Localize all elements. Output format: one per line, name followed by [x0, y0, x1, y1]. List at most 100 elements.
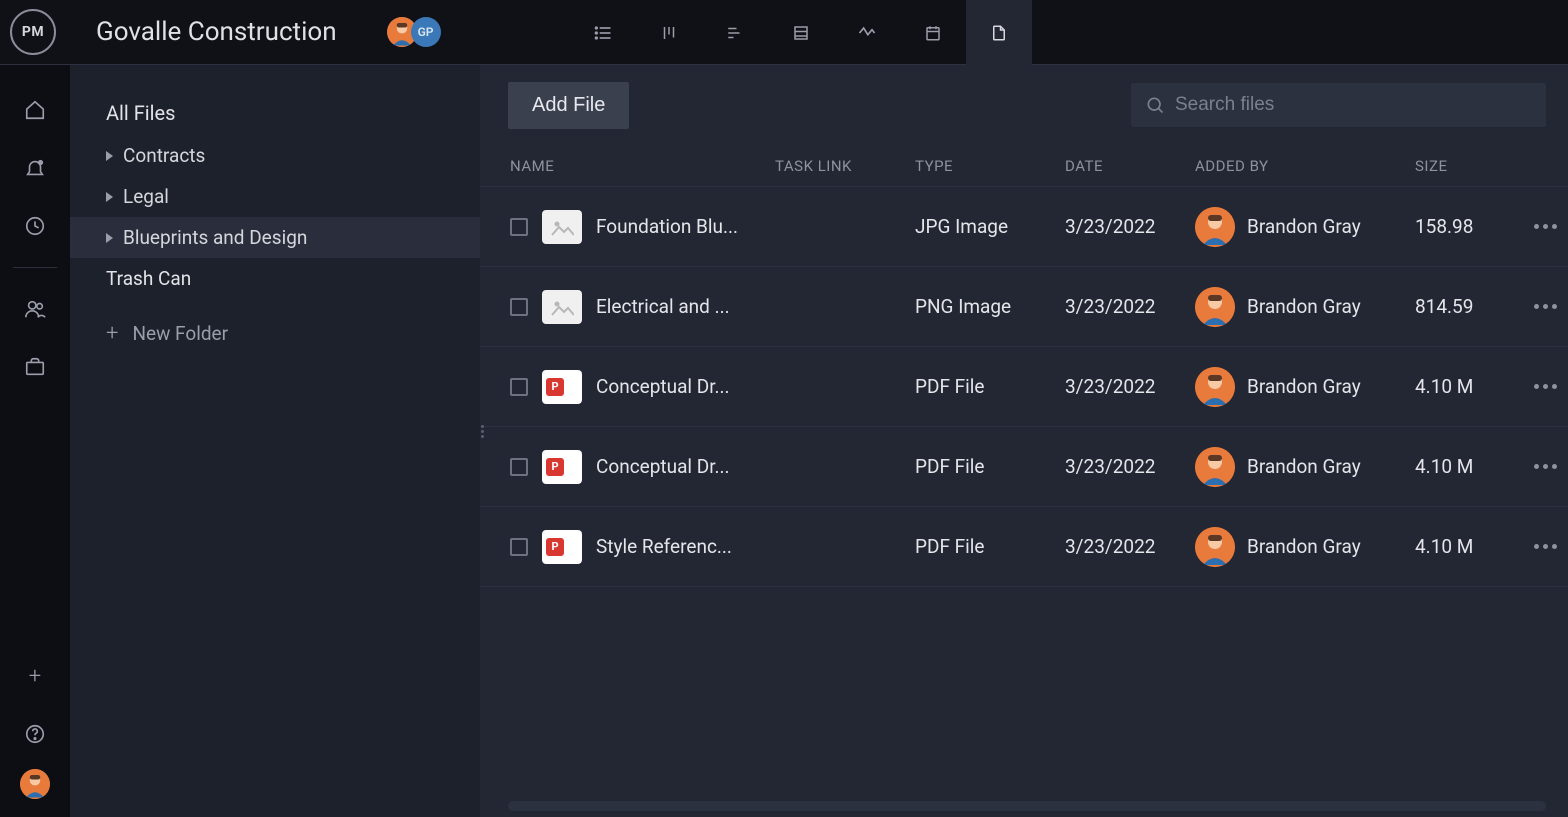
tree-folder-label: Contracts [123, 144, 205, 167]
cell-type: JPG Image [915, 215, 1065, 238]
cell-date: 3/23/2022 [1065, 215, 1195, 238]
view-tab-gantt[interactable] [702, 0, 768, 65]
file-name: Style Referenc... [596, 535, 732, 558]
tree-folder-legal[interactable]: Legal [70, 176, 480, 217]
row-checkbox[interactable] [510, 538, 528, 556]
file-name: Conceptual Dr... [596, 375, 730, 398]
cell-date: 3/23/2022 [1065, 295, 1195, 318]
user-name: Brandon Gray [1247, 295, 1361, 318]
cell-date: 3/23/2022 [1065, 535, 1195, 558]
view-tab-workload[interactable] [834, 0, 900, 65]
pdf-file-icon: P [542, 450, 582, 484]
files-content: Add File NAME TASK LINK TYPE DATE ADDED … [480, 65, 1568, 817]
search-icon [1145, 95, 1165, 115]
cell-type: PDF File [915, 455, 1065, 478]
col-name[interactable]: NAME [510, 157, 775, 175]
row-more-button[interactable] [1515, 384, 1568, 389]
table-row[interactable]: Foundation Blu...JPG Image3/23/2022Brand… [480, 187, 1568, 267]
table-row[interactable]: PConceptual Dr...PDF File3/23/2022Brando… [480, 347, 1568, 427]
main: + All Files Contracts Legal Blueprints a… [0, 65, 1568, 817]
col-size[interactable]: SIZE [1415, 157, 1515, 175]
search-wrap[interactable] [1131, 83, 1546, 127]
tree-trash[interactable]: Trash Can [70, 258, 480, 299]
cell-added-by: Brandon Gray [1195, 447, 1415, 487]
user-avatar[interactable] [1195, 367, 1235, 407]
rail-help[interactable] [12, 711, 58, 757]
panel-resize-handle[interactable] [481, 425, 484, 438]
image-file-icon [542, 290, 582, 324]
cell-date: 3/23/2022 [1065, 455, 1195, 478]
cell-added-by: Brandon Gray [1195, 367, 1415, 407]
rail-home[interactable] [12, 87, 58, 133]
avatar-user-2[interactable]: GP [411, 17, 441, 47]
files-toolbar: Add File [480, 65, 1568, 145]
col-date[interactable]: DATE [1065, 157, 1195, 175]
cell-type: PDF File [915, 375, 1065, 398]
horizontal-scrollbar[interactable] [508, 801, 1546, 811]
project-avatars[interactable]: GP [387, 17, 441, 47]
view-tabs [570, 0, 1032, 65]
cell-size: 4.10 M [1415, 535, 1515, 558]
view-tab-calendar[interactable] [900, 0, 966, 65]
row-checkbox[interactable] [510, 458, 528, 476]
cell-size: 4.10 M [1415, 455, 1515, 478]
cell-added-by: Brandon Gray [1195, 287, 1415, 327]
pdf-file-icon: P [542, 370, 582, 404]
rail-add[interactable]: + [12, 653, 58, 699]
rail-divider [13, 267, 57, 268]
table-row[interactable]: PConceptual Dr...PDF File3/23/2022Brando… [480, 427, 1568, 507]
col-task-link[interactable]: TASK LINK [775, 157, 915, 175]
rail-team[interactable] [12, 286, 58, 332]
rail-current-user-avatar[interactable] [20, 769, 50, 799]
tree-folder-label: Blueprints and Design [123, 226, 307, 249]
table-header: NAME TASK LINK TYPE DATE ADDED BY SIZE [480, 145, 1568, 187]
view-tab-files[interactable] [966, 0, 1032, 65]
user-avatar[interactable] [1195, 207, 1235, 247]
tree-folder-label: Legal [123, 185, 169, 208]
caret-right-icon [106, 233, 113, 243]
file-name: Foundation Blu... [596, 215, 738, 238]
row-checkbox[interactable] [510, 298, 528, 316]
new-folder-button[interactable]: + New Folder [70, 299, 480, 346]
row-more-button[interactable] [1515, 224, 1568, 229]
user-name: Brandon Gray [1247, 375, 1361, 398]
plus-icon: + [106, 321, 118, 346]
view-tab-sheet[interactable] [768, 0, 834, 65]
user-name: Brandon Gray [1247, 535, 1361, 558]
row-more-button[interactable] [1515, 304, 1568, 309]
topbar-left: PM Govalle Construction GP [0, 9, 441, 55]
cell-added-by: Brandon Gray [1195, 527, 1415, 567]
table-row[interactable]: Electrical and ...PNG Image3/23/2022Bran… [480, 267, 1568, 347]
project-title[interactable]: Govalle Construction [96, 17, 337, 47]
rail-portfolio[interactable] [12, 344, 58, 390]
row-more-button[interactable] [1515, 464, 1568, 469]
files-table: NAME TASK LINK TYPE DATE ADDED BY SIZE F… [480, 145, 1568, 797]
cell-type: PNG Image [915, 295, 1065, 318]
tree-all-files[interactable]: All Files [70, 91, 480, 135]
user-avatar[interactable] [1195, 447, 1235, 487]
user-name: Brandon Gray [1247, 455, 1361, 478]
row-more-button[interactable] [1515, 544, 1568, 549]
row-checkbox[interactable] [510, 218, 528, 236]
topbar: PM Govalle Construction GP [0, 0, 1568, 65]
caret-right-icon [106, 151, 113, 161]
col-type[interactable]: TYPE [915, 157, 1065, 175]
row-checkbox[interactable] [510, 378, 528, 396]
user-avatar[interactable] [1195, 287, 1235, 327]
table-row[interactable]: PStyle Referenc...PDF File3/23/2022Brand… [480, 507, 1568, 587]
view-tab-list[interactable] [570, 0, 636, 65]
tree-folder-blueprints[interactable]: Blueprints and Design [70, 217, 480, 258]
add-file-button[interactable]: Add File [508, 82, 629, 129]
search-input[interactable] [1175, 94, 1532, 116]
view-tab-board[interactable] [636, 0, 702, 65]
col-added-by[interactable]: ADDED BY [1195, 157, 1415, 175]
app-logo[interactable]: PM [10, 9, 56, 55]
cell-size: 158.98 [1415, 215, 1515, 238]
rail-notifications[interactable] [12, 145, 58, 191]
left-rail: + [0, 65, 70, 817]
rail-recent[interactable] [12, 203, 58, 249]
cell-size: 4.10 M [1415, 375, 1515, 398]
user-avatar[interactable] [1195, 527, 1235, 567]
new-folder-label: New Folder [132, 322, 228, 345]
tree-folder-contracts[interactable]: Contracts [70, 135, 480, 176]
